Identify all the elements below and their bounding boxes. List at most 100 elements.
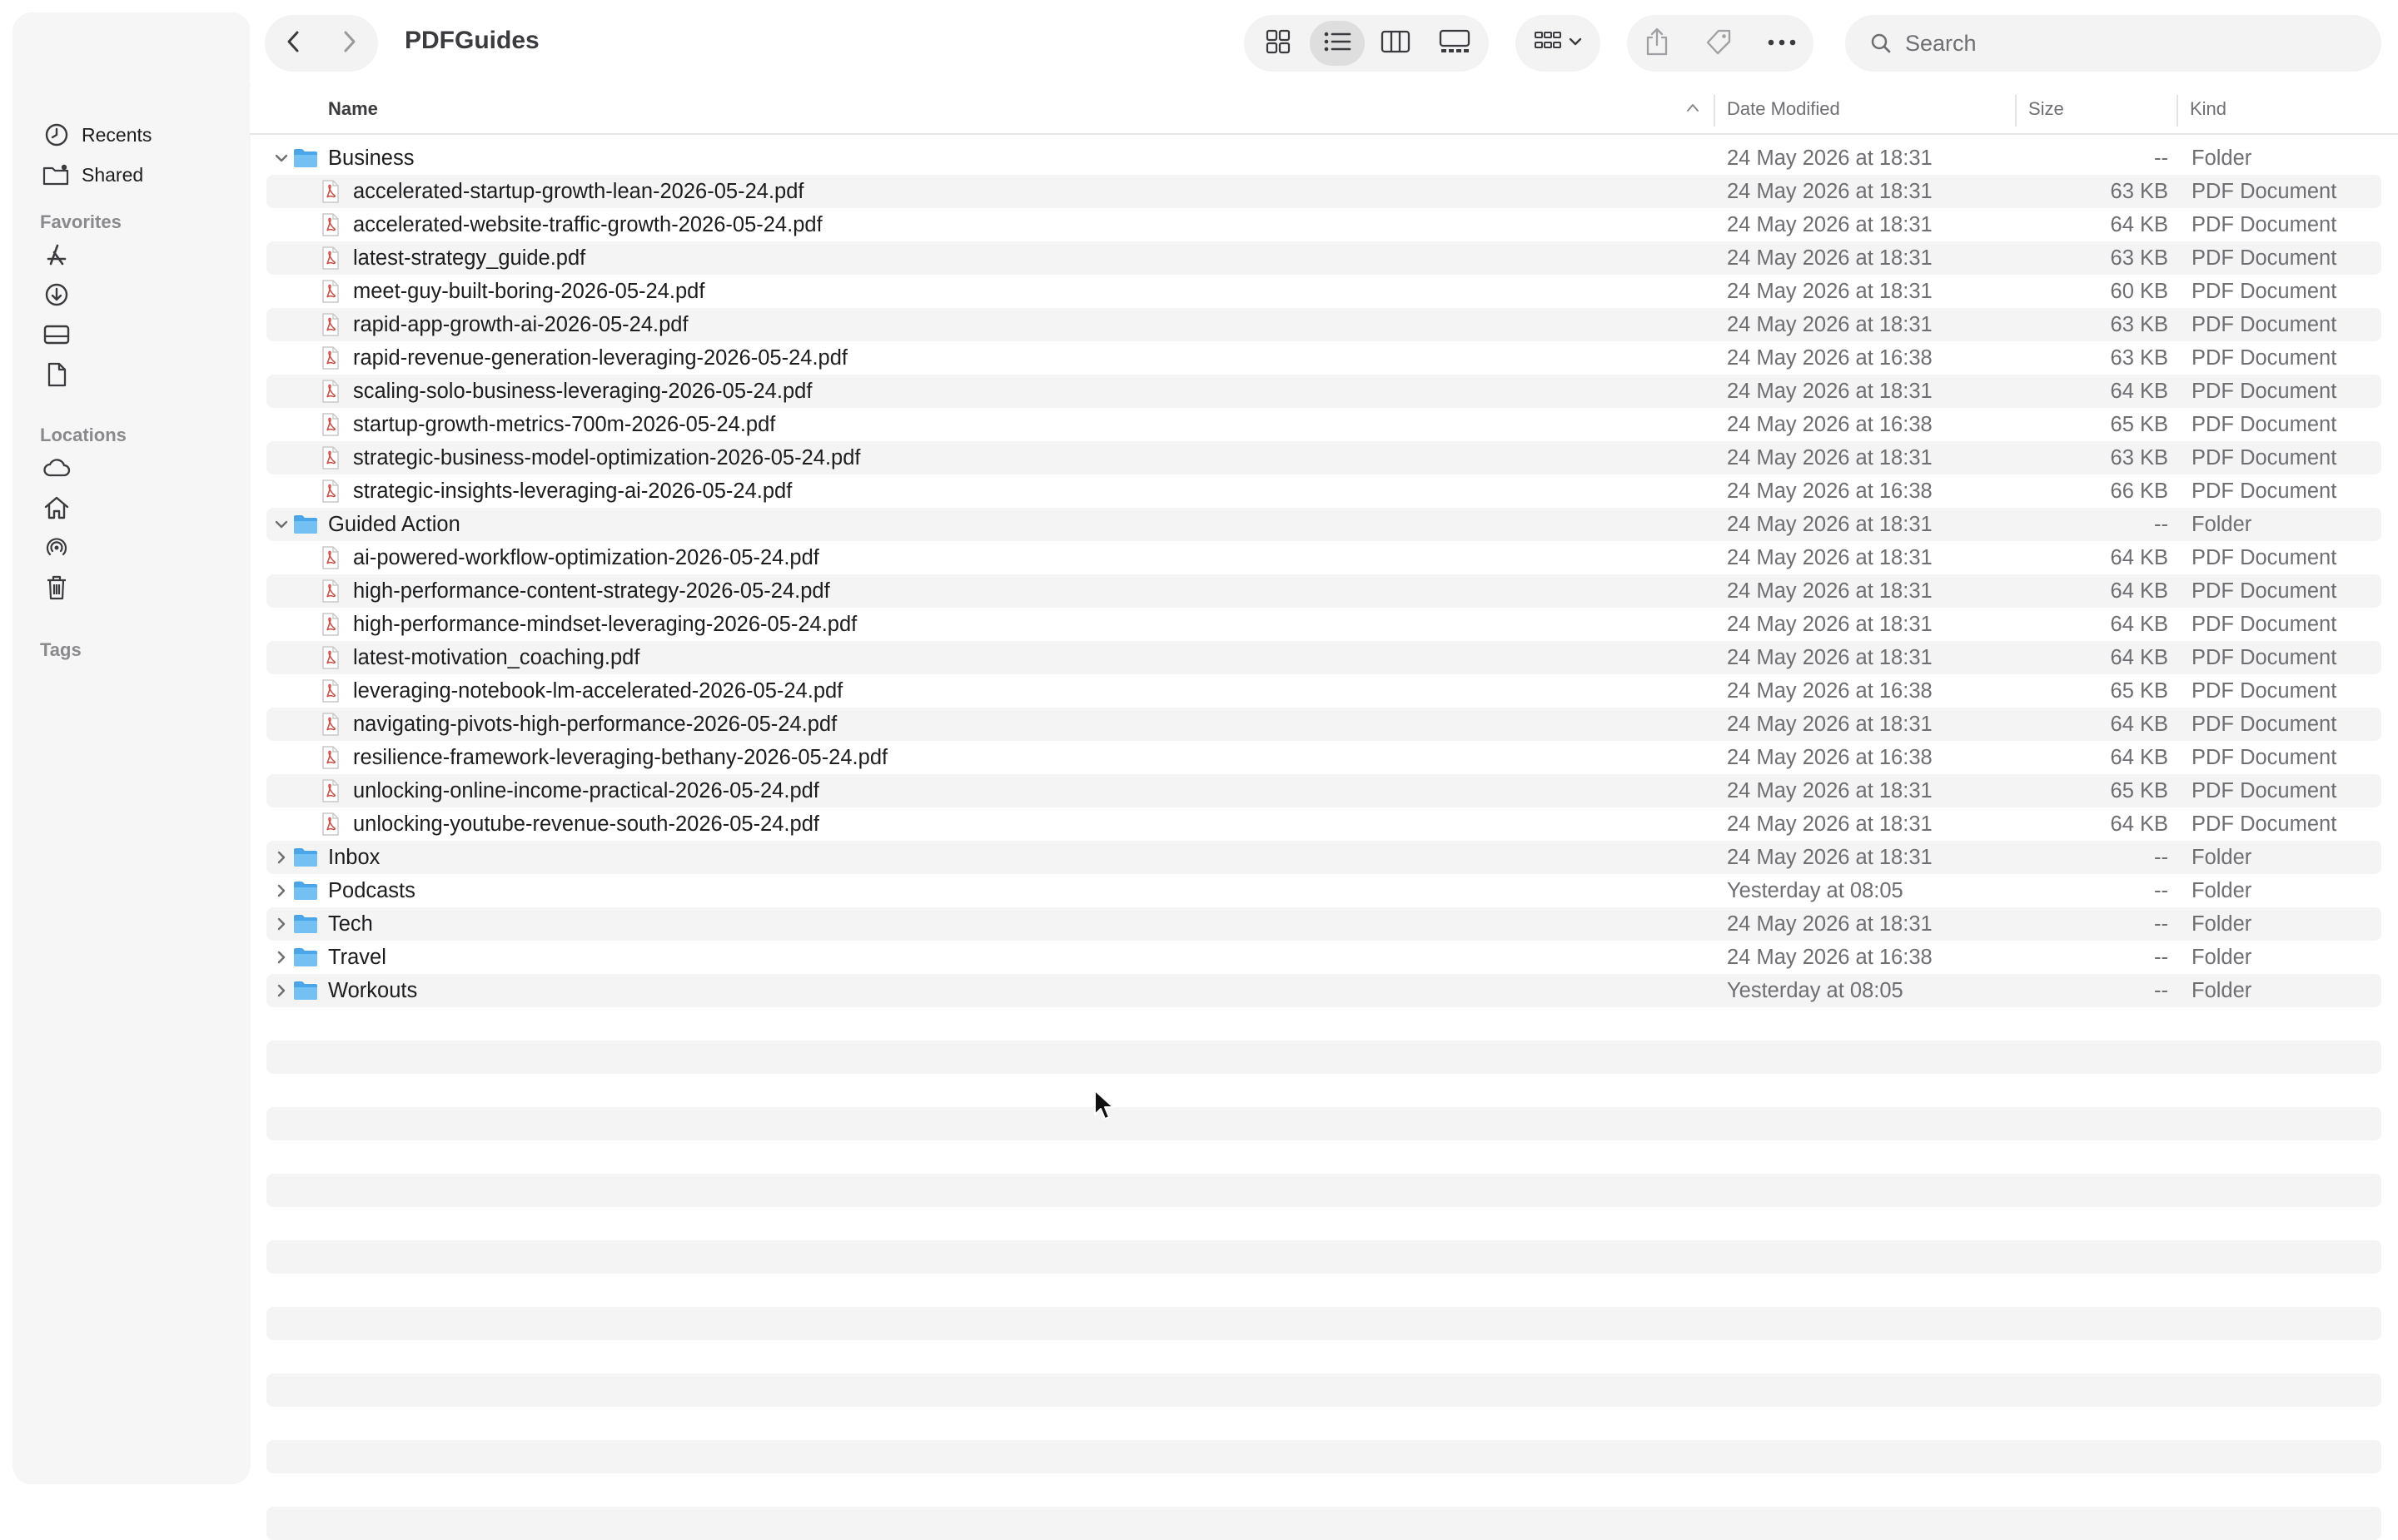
file-row[interactable]: unlocking-youtube-revenue-south-2026-05-… xyxy=(266,807,2381,841)
more-icon[interactable] xyxy=(1768,36,1796,51)
pdf-file-icon xyxy=(318,646,343,669)
file-size: 64 KB xyxy=(2110,380,2168,403)
column-size[interactable]: Size xyxy=(2028,98,2064,120)
forward-button[interactable] xyxy=(321,15,378,72)
file-name: latest-strategy_guide.pdf xyxy=(353,246,586,270)
pdf-file-icon xyxy=(318,613,343,636)
file-name: Workouts xyxy=(328,979,418,1002)
date-modified: 24 May 2026 at 18:31 xyxy=(1727,912,1933,936)
file-row[interactable]: resilience-framework-leveraging-bethany-… xyxy=(266,741,2381,774)
column-name[interactable]: Name xyxy=(328,98,378,120)
disclosure-expanded-icon[interactable] xyxy=(270,147,293,170)
pdf-file-icon xyxy=(318,779,343,802)
icloud-icon[interactable] xyxy=(42,453,72,483)
folder-row[interactable]: Tech 24 May 2026 at 18:31 -- Folder xyxy=(266,907,2381,941)
file-row[interactable]: accelerated-startup-growth-lean-2026-05-… xyxy=(266,175,2381,208)
column-divider[interactable] xyxy=(1714,95,1715,127)
file-row[interactable]: high-performance-mindset-leveraging-2026… xyxy=(266,608,2381,641)
file-row[interactable]: startup-growth-metrics-700m-2026-05-24.p… xyxy=(266,408,2381,441)
file-size: 64 KB xyxy=(2110,613,2168,636)
date-modified: 24 May 2026 at 18:31 xyxy=(1727,313,1933,336)
sidebar-item-recents[interactable]: Recents xyxy=(42,118,152,152)
file-name: Guided Action xyxy=(328,513,460,536)
search-field[interactable] xyxy=(1845,15,2381,72)
file-row[interactable]: strategic-business-model-optimization-20… xyxy=(266,441,2381,474)
file-row[interactable]: rapid-revenue-generation-leveraging-2026… xyxy=(266,341,2381,375)
file-name: Business xyxy=(328,147,415,170)
file-size: -- xyxy=(2154,979,2168,1002)
mouse-cursor-icon xyxy=(1092,1089,1116,1126)
date-modified: 24 May 2026 at 16:38 xyxy=(1727,946,1933,969)
icon-view-button[interactable] xyxy=(1251,21,1306,66)
column-divider[interactable] xyxy=(2177,95,2178,127)
disclosure-collapsed-icon[interactable] xyxy=(270,946,293,969)
share-icon[interactable] xyxy=(1644,27,1669,61)
folder-row[interactable]: Inbox 24 May 2026 at 18:31 -- Folder xyxy=(266,841,2381,874)
file-size: 64 KB xyxy=(2110,812,2168,836)
date-modified: 24 May 2026 at 16:38 xyxy=(1727,479,1933,503)
pdf-file-icon xyxy=(318,579,343,603)
back-button[interactable] xyxy=(265,15,321,72)
disclosure-collapsed-icon[interactable] xyxy=(270,912,293,936)
date-modified: 24 May 2026 at 18:31 xyxy=(1727,147,1933,170)
group-by-button[interactable] xyxy=(1515,15,1600,72)
disclosure-collapsed-icon[interactable] xyxy=(270,879,293,902)
tags-heading: Tags xyxy=(40,639,82,660)
pdf-file-icon xyxy=(318,346,343,370)
file-kind: PDF Document xyxy=(2192,313,2337,336)
pdf-file-icon xyxy=(318,746,343,769)
search-input[interactable] xyxy=(1903,29,2356,57)
file-row[interactable]: latest-strategy_guide.pdf 24 May 2026 at … xyxy=(266,241,2381,275)
date-modified: 24 May 2026 at 18:31 xyxy=(1727,713,1933,736)
trash-icon[interactable] xyxy=(42,573,72,603)
disclosure-expanded-icon[interactable] xyxy=(270,513,293,536)
file-kind: PDF Document xyxy=(2192,713,2337,736)
file-row[interactable]: ai-powered-workflow-optimization-2026-05… xyxy=(266,541,2381,574)
file-size: -- xyxy=(2154,513,2168,536)
column-kind[interactable]: Kind xyxy=(2190,98,2226,120)
file-row[interactable]: scaling-solo-business-leveraging-2026-05… xyxy=(266,375,2381,408)
file-size: -- xyxy=(2154,912,2168,936)
file-name: Tech xyxy=(328,912,373,936)
list-view-button[interactable] xyxy=(1309,21,1365,66)
column-divider[interactable] xyxy=(2015,95,2017,127)
file-row[interactable]: leveraging-notebook-lm-accelerated-2026-… xyxy=(266,674,2381,708)
file-name: rapid-app-growth-ai-2026-05-24.pdf xyxy=(353,313,689,336)
file-size: -- xyxy=(2154,879,2168,902)
file-kind: PDF Document xyxy=(2192,479,2337,503)
gallery-view-button[interactable] xyxy=(1427,21,1482,66)
document-icon[interactable] xyxy=(42,360,72,390)
file-row[interactable]: unlocking-online-income-practical-2026-0… xyxy=(266,774,2381,807)
file-row[interactable]: meet-guy-built-boring-2026-05-24.pdf 24 M… xyxy=(266,275,2381,308)
folder-row[interactable]: Guided Action 24 May 2026 at 18:31 -- Folde… xyxy=(266,508,2381,541)
file-row[interactable]: high-performance-content-strategy-2026-0… xyxy=(266,574,2381,608)
disclosure-collapsed-icon[interactable] xyxy=(270,846,293,869)
column-view-button[interactable] xyxy=(1368,21,1423,66)
pdf-file-icon xyxy=(318,679,343,703)
airdrop-icon[interactable] xyxy=(42,533,72,563)
applications-icon[interactable] xyxy=(42,240,72,270)
empty-row xyxy=(266,1374,2381,1407)
list-icon xyxy=(1323,30,1351,57)
file-kind: PDF Document xyxy=(2192,779,2337,802)
date-modified: 24 May 2026 at 18:31 xyxy=(1727,180,1933,203)
folder-row[interactable]: Travel 24 May 2026 at 16:38 -- Folder xyxy=(266,941,2381,974)
file-row[interactable]: rapid-app-growth-ai-2026-05-24.pdf 24 May… xyxy=(266,308,2381,341)
folder-icon xyxy=(293,147,318,170)
folder-row[interactable]: Workouts Yesterday at 08:05 -- Folder xyxy=(266,974,2381,1007)
drive-icon[interactable] xyxy=(42,320,72,350)
disclosure-collapsed-icon[interactable] xyxy=(270,979,293,1002)
file-row[interactable]: strategic-insights-leveraging-ai-2026-05… xyxy=(266,474,2381,508)
home-icon[interactable] xyxy=(42,493,72,523)
file-row[interactable]: latest-motivation_coaching.pdf 24 May 202… xyxy=(266,641,2381,674)
file-row[interactable]: navigating-pivots-high-performance-2026-… xyxy=(266,708,2381,741)
folder-row[interactable]: Podcasts Yesterday at 08:05 -- Folder xyxy=(266,874,2381,907)
tag-icon[interactable] xyxy=(1704,27,1733,60)
sidebar-item-shared[interactable]: Shared xyxy=(42,158,143,191)
file-row[interactable]: accelerated-website-traffic-growth-2026-… xyxy=(266,208,2381,241)
downloads-icon[interactable] xyxy=(42,280,72,310)
date-modified: 24 May 2026 at 18:31 xyxy=(1727,546,1933,569)
column-date-modified[interactable]: Date Modified xyxy=(1727,98,1840,120)
date-modified: 24 May 2026 at 18:31 xyxy=(1727,246,1933,270)
folder-row[interactable]: Business 24 May 2026 at 18:31 -- Folder xyxy=(266,142,2381,175)
